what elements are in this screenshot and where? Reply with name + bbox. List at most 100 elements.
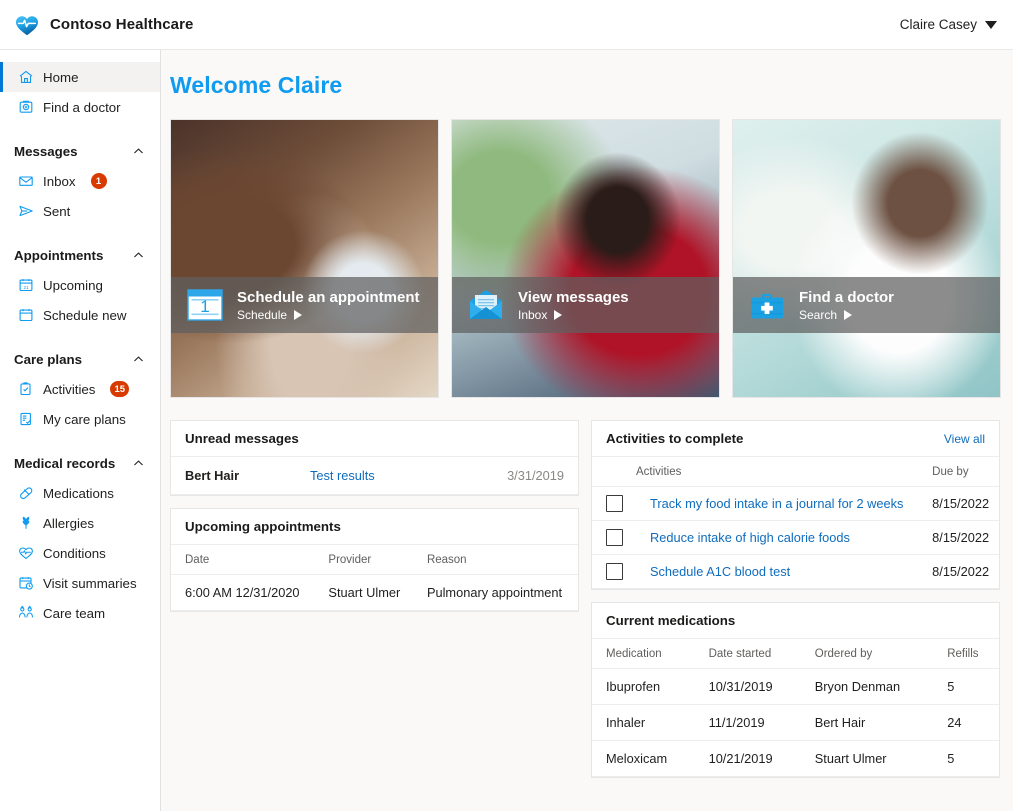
calendar-icon [18,307,34,323]
column-header-date: Date [171,545,315,575]
sidebar-group-title: Messages [14,143,78,159]
activity-checkbox[interactable] [606,563,623,580]
brand-name: Contoso Healthcare [50,16,194,33]
calendar-day-icon: 21 [18,277,34,293]
people-icon [18,605,34,621]
activity-due-date: 8/15/2022 [918,554,999,589]
hero-overlay: 1 Schedule an appointment Schedule [171,277,438,333]
activity-name-link[interactable]: Track my food intake in a journal for 2 … [636,486,919,521]
sidebar-item-schedule-new[interactable]: Schedule new [0,300,160,330]
svg-text:21: 21 [23,285,29,290]
medications-table: Medication Date started Ordered by Refil… [592,639,999,777]
hero-action: Schedule [237,308,420,322]
upcoming-appointments-panel: Upcoming appointments Date Provider Reas… [170,508,579,612]
activities-panel: Activities to complete View all Activiti… [591,420,1000,590]
medical-bag-icon [747,285,787,325]
medication-date-started: 10/21/2019 [694,740,801,777]
activity-name-link[interactable]: Reduce intake of high calorie foods [636,520,919,555]
sidebar-item-sent[interactable]: Sent [0,196,160,226]
table-row[interactable]: Reduce intake of high calorie foods 8/15… [592,520,999,555]
table-row[interactable]: Inhaler 11/1/2019 Bert Hair 24 [592,704,999,741]
sidebar-item-inbox[interactable]: Inbox 1 [0,166,160,196]
message-date: 3/31/2019 [438,457,578,495]
table-row[interactable]: Meloxicam 10/21/2019 Stuart Ulmer 5 [592,740,999,777]
column-header-due-by: Due by [918,457,999,487]
sidebar-item-label: Inbox [43,173,76,189]
sidebar-item-activities[interactable]: Activities 15 [0,374,160,404]
sidebar-group-appointments[interactable]: Appointments [0,240,160,270]
sidebar-item-visit-summaries[interactable]: Visit summaries [0,568,160,598]
appointment-reason: Pulmonary appointment [412,574,578,611]
panel-title: Unread messages [185,431,299,446]
medication-ordered-by: Bryon Denman [800,668,934,705]
sidebar-group-title: Care plans [14,351,82,367]
hero-card-find-doctor[interactable]: Find a doctor Search [732,119,1001,398]
column-header-ordered-by: Ordered by [800,639,934,669]
medication-name: Inhaler [592,704,695,741]
sidebar-item-medications[interactable]: Medications [0,478,160,508]
sidebar-group-messages[interactable]: Messages [0,136,160,166]
table-row[interactable]: Ibuprofen 10/31/2019 Bryon Denman 5 [592,668,999,705]
sidebar-item-home[interactable]: Home [0,62,160,92]
svg-text:1: 1 [200,297,209,316]
hero-card-view-messages[interactable]: View messages Inbox [451,119,720,398]
activities-badge: 15 [110,381,130,397]
send-icon [18,203,34,219]
appointment-date: 6:00 AM 12/31/2020 [171,574,315,611]
brand[interactable]: Contoso Healthcare [14,12,194,38]
calendar-number-icon: 1 [185,285,225,325]
column-header-activities: Activities [592,457,919,487]
inbox-badge: 1 [90,173,107,189]
hero-action: Search [799,308,894,322]
hero-card-schedule-appointment[interactable]: 1 Schedule an appointment Schedule [170,119,439,398]
chevron-up-icon [134,355,143,361]
table-row[interactable]: Schedule A1C blood test 8/15/2022 [592,554,999,589]
activity-name-link[interactable]: Schedule A1C blood test [636,554,919,589]
column-header-reason: Reason [412,545,578,575]
chevron-up-icon [134,459,143,465]
sidebar-item-upcoming[interactable]: 21 Upcoming [0,270,160,300]
account-menu[interactable]: Claire Casey [900,17,997,32]
table-row[interactable]: Track my food intake in a journal for 2 … [592,486,999,521]
sidebar-group-medical-records[interactable]: Medical records [0,448,160,478]
sidebar-item-label: Find a doctor [43,99,121,115]
sidebar-item-care-team[interactable]: Care team [0,598,160,628]
hero-card-row: 1 Schedule an appointment Schedule View … [170,119,1004,398]
open-envelope-icon [466,285,506,325]
account-name: Claire Casey [899,17,977,32]
unread-messages-panel: Unread messages Bert Hair Test results 3… [170,420,579,496]
activity-checkbox-cell [592,554,636,589]
sidebar-item-find-a-doctor[interactable]: Find a doctor [0,92,160,122]
activity-checkbox[interactable] [606,495,623,512]
chevron-up-icon [134,251,143,257]
panel-header: Upcoming appointments [171,509,578,545]
message-subject-link[interactable]: Test results [295,457,439,495]
activity-checkbox[interactable] [606,529,623,546]
sidebar-item-my-care-plans[interactable]: My care plans [0,404,160,434]
heart-pulse-icon [14,12,40,38]
pollen-icon [18,515,34,531]
hero-text: Find a doctor Search [799,289,894,322]
table-row[interactable]: Bert Hair Test results 3/31/2019 [171,457,578,495]
sidebar-item-label: Home [43,69,79,85]
hero-title: Schedule an appointment [237,288,420,306]
play-arrow-icon [294,309,303,320]
hero-action: Inbox [518,308,629,322]
panel-header: Current medications [592,603,999,639]
sidebar-group-care-plans[interactable]: Care plans [0,344,160,374]
sidebar-item-conditions[interactable]: Conditions [0,538,160,568]
calendar-clock-icon [18,575,34,591]
column-header-provider: Provider [314,545,413,575]
sidebar-item-allergies[interactable]: Allergies [0,508,160,538]
appointment-provider: Stuart Ulmer [314,574,413,611]
sidebar-item-label: Sent [43,203,71,219]
view-all-link[interactable]: View all [944,432,985,446]
home-icon [18,69,34,85]
panel-grid: Unread messages Bert Hair Test results 3… [170,420,1004,778]
panel-header: Unread messages [171,421,578,457]
document-check-icon [18,411,34,427]
medication-refills: 24 [933,704,999,741]
pill-icon [18,485,34,501]
upcoming-appointments-table: Date Provider Reason 6:00 AM 12/31/2020 … [171,545,578,611]
table-row[interactable]: 6:00 AM 12/31/2020 Stuart Ulmer Pulmonar… [171,574,578,611]
